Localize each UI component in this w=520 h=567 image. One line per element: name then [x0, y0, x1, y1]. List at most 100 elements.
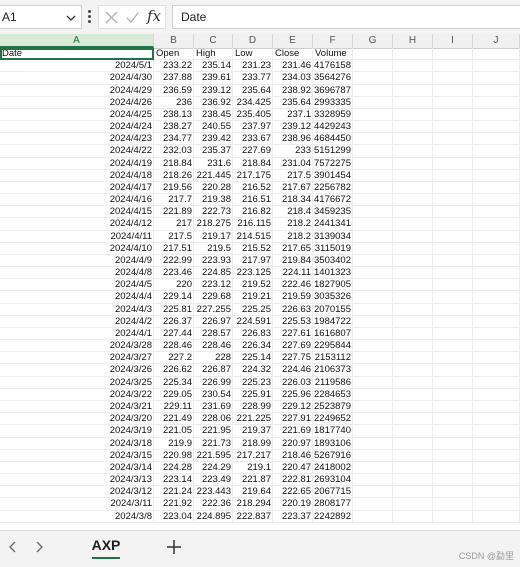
cell-d[interactable]: 235.405	[233, 108, 273, 122]
cell-a[interactable]: 2024/4/4	[0, 291, 154, 304]
cell-h[interactable]	[393, 72, 433, 85]
cell-c[interactable]: 223.443	[194, 486, 233, 499]
cell-c[interactable]: 236.92	[194, 96, 233, 109]
cell-j[interactable]	[473, 194, 520, 207]
cell-e[interactable]: 222.46	[273, 279, 313, 292]
cell-e[interactable]: 217.67	[273, 181, 313, 195]
cell-e[interactable]: 220.47	[273, 461, 313, 475]
column-header-j[interactable]: J	[473, 34, 520, 48]
cell-c[interactable]: 239.61	[194, 72, 233, 85]
cell-a[interactable]: 2024/4/11	[0, 230, 154, 243]
cell-d[interactable]: 219.64	[233, 486, 273, 499]
cell-h[interactable]	[393, 437, 433, 450]
cell-e[interactable]: 220.97	[273, 437, 313, 450]
cell-f[interactable]: 3564276	[313, 72, 353, 85]
cell-e[interactable]: 222.81	[273, 474, 313, 487]
cell-h[interactable]	[393, 413, 433, 426]
cell-d[interactable]: 217.97	[233, 254, 273, 268]
cell-d[interactable]: 233.67	[233, 133, 273, 146]
cell-a[interactable]: 2024/4/5	[0, 279, 154, 292]
cell-b[interactable]: 217.7	[154, 194, 194, 207]
cell-f[interactable]: 1616807	[313, 327, 353, 341]
cell-g[interactable]	[353, 157, 393, 170]
cell-j[interactable]	[473, 400, 520, 414]
cell-e[interactable]: 227.69	[273, 340, 313, 353]
cell-h[interactable]	[393, 498, 433, 511]
cell-h[interactable]	[393, 510, 433, 523]
cell-i[interactable]	[433, 474, 473, 487]
cell-d[interactable]: 216.115	[233, 218, 273, 231]
cell-i[interactable]	[433, 376, 473, 389]
cell-e[interactable]: 227.75	[273, 352, 313, 365]
cell-g[interactable]	[353, 315, 393, 328]
cell-d[interactable]: 228.99	[233, 400, 273, 414]
cell-i[interactable]	[433, 437, 473, 450]
cancel-icon[interactable]	[105, 11, 118, 24]
cell-j[interactable]	[473, 218, 520, 231]
cell-a[interactable]: 2024/3/27	[0, 352, 154, 365]
cell-d[interactable]: 227.69	[233, 145, 273, 158]
cell-h[interactable]	[393, 327, 433, 341]
cell-d[interactable]: 225.14	[233, 352, 273, 365]
cell-e[interactable]: 220.19	[273, 498, 313, 511]
cell-h[interactable]	[393, 352, 433, 365]
cell-e[interactable]: 218.2	[273, 230, 313, 243]
cell-d[interactable]: 233.77	[233, 72, 273, 85]
cell-a[interactable]: 2024/4/25	[0, 108, 154, 122]
cell-a[interactable]: 2024/4/2	[0, 315, 154, 328]
cell-e[interactable]: 238.92	[273, 84, 313, 97]
cell-j[interactable]	[473, 461, 520, 475]
cell-h[interactable]	[393, 303, 433, 316]
cell-b[interactable]: 221.89	[154, 206, 194, 219]
cell-h[interactable]	[393, 121, 433, 134]
cell-a[interactable]: 2024/4/29	[0, 84, 154, 97]
cell-j[interactable]	[473, 254, 520, 268]
cell-d[interactable]: 216.51	[233, 194, 273, 207]
sheet-tab-axp[interactable]: AXP	[84, 531, 128, 561]
cell-c[interactable]: 221.95	[194, 425, 233, 438]
cell-j[interactable]	[473, 364, 520, 377]
cell-a[interactable]: 2024/4/3	[0, 303, 154, 316]
cell-e[interactable]: 231.46	[273, 60, 313, 73]
check-icon[interactable]	[126, 11, 139, 24]
cell-g[interactable]	[353, 254, 393, 268]
cell-h[interactable]	[393, 206, 433, 219]
cell-e[interactable]: 217.5	[273, 169, 313, 182]
cell-a[interactable]: 2024/4/22	[0, 145, 154, 158]
cell-d[interactable]: 225.23	[233, 376, 273, 389]
cell-e[interactable]: 218.4	[273, 206, 313, 219]
cell-i[interactable]	[433, 340, 473, 353]
cell-b[interactable]: 229.05	[154, 388, 194, 401]
cell-f[interactable]: 2808177	[313, 498, 353, 511]
cell-j[interactable]	[473, 242, 520, 255]
cell-b[interactable]: 222.99	[154, 254, 194, 268]
cell-h[interactable]	[393, 388, 433, 401]
cell-b[interactable]: 220	[154, 279, 194, 292]
cell-d[interactable]: 218.84	[233, 157, 273, 170]
cell-d[interactable]: 219.37	[233, 425, 273, 438]
cell-j[interactable]	[473, 230, 520, 243]
cell-i[interactable]	[433, 169, 473, 182]
cell-i[interactable]	[433, 267, 473, 280]
cell-j[interactable]	[473, 474, 520, 487]
cell-h[interactable]	[393, 169, 433, 182]
column-header-f[interactable]: F	[313, 34, 353, 48]
cell-j[interactable]	[473, 267, 520, 280]
cell-h[interactable]	[393, 291, 433, 304]
cell-j[interactable]	[473, 108, 520, 122]
column-header-b[interactable]: B	[154, 34, 194, 48]
cell-d[interactable]: 221.225	[233, 413, 273, 426]
cell-a[interactable]: 2024/3/26	[0, 364, 154, 377]
cell-f[interactable]: 5267916	[313, 449, 353, 462]
cell-b[interactable]: 228.46	[154, 340, 194, 353]
cell-c[interactable]: 223.12	[194, 279, 233, 292]
cell-b[interactable]: 219.9	[154, 437, 194, 450]
cell-g[interactable]	[353, 72, 393, 85]
cell-f[interactable]: 1893106	[313, 437, 353, 450]
chevron-right-icon[interactable]	[32, 540, 46, 554]
cell-j[interactable]	[473, 181, 520, 195]
cell-g[interactable]	[353, 413, 393, 426]
cell-g[interactable]	[353, 388, 393, 401]
cell-f[interactable]: 2153112	[313, 352, 353, 365]
cell-f[interactable]: 2256782	[313, 181, 353, 195]
